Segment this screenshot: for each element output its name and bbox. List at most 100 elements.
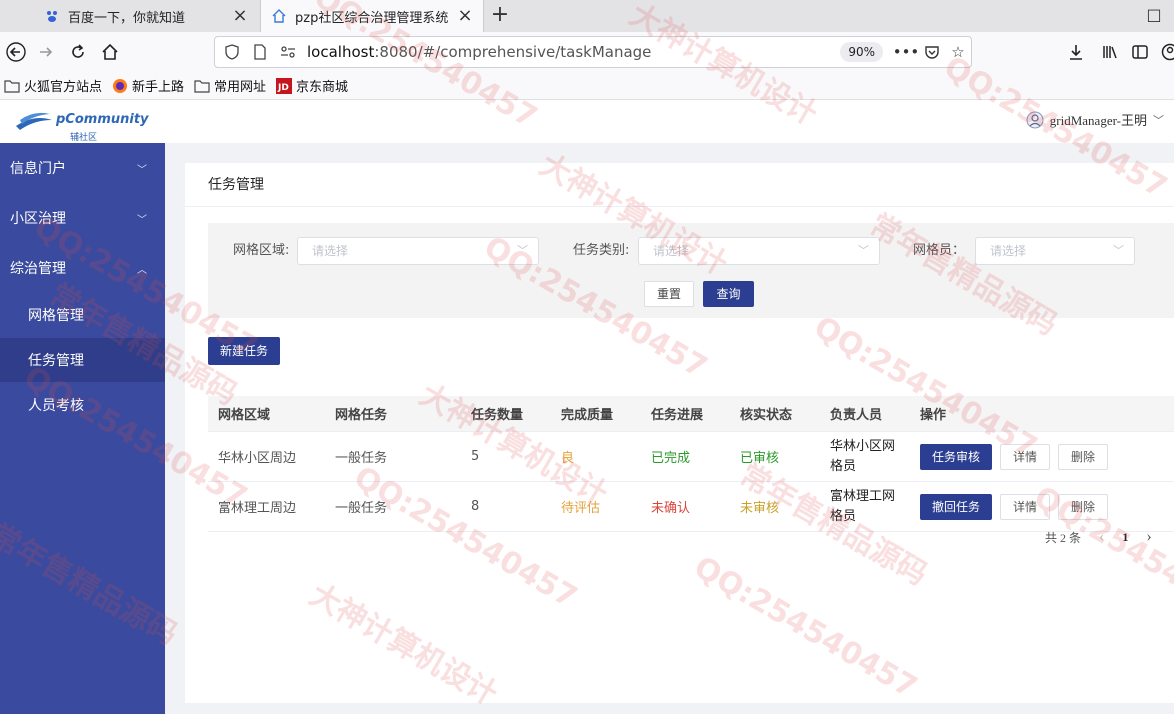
table-row: 华林小区周边 一般任务 5 良 已完成 已审核 华林小区网格员 任务审核 详情 … xyxy=(208,432,1174,482)
bookmark-getting-started[interactable]: 新手上路 xyxy=(112,76,184,95)
sidebar-item-comprehensive-management[interactable]: 综治管理 ︿ xyxy=(0,243,165,293)
account-icon[interactable] xyxy=(1156,38,1174,66)
table-row: 富林理工周边 一般任务 8 待评估 未确认 未审核 富林理工网格员 撤回任务 详… xyxy=(208,482,1174,532)
delete-button[interactable]: 删除 xyxy=(1058,493,1108,520)
area-select[interactable]: 请选择 ﹀ xyxy=(297,237,539,265)
member-select[interactable]: 请选择 ﹀ xyxy=(975,237,1135,265)
column-header: 任务数量 xyxy=(471,408,524,423)
bookmarks-bar: 火狐官方站点 新手上路 常用网址 JD 京东商城 xyxy=(0,72,1174,100)
cell-task: 一般任务 xyxy=(335,451,388,466)
sidebar-item-grid-management[interactable]: 网格管理 xyxy=(0,293,165,337)
column-header: 任务进展 xyxy=(651,408,704,423)
detail-button[interactable]: 详情 xyxy=(1000,443,1050,470)
chevron-down-icon: ﹀ xyxy=(137,214,147,226)
user-name: gridManager-王明 xyxy=(1049,113,1147,128)
sidebar-item-task-management[interactable]: 任务管理 xyxy=(0,338,165,382)
review-task-button[interactable]: 任务审核 xyxy=(920,443,992,470)
app-header: pCommunity 辅社区 gridManager-王明 ﹀ xyxy=(0,100,1174,143)
bookmark-common-sites[interactable]: 常用网址 xyxy=(194,76,266,95)
app-logo[interactable]: pCommunity 辅社区 xyxy=(14,106,149,143)
pocket-icon[interactable] xyxy=(919,39,945,65)
content-card: 任务管理 网格区域: 请选择 ﹀ 任务类别: 请选择 ﹀ 网格员： 请选择 ﹀ … xyxy=(185,163,1174,703)
tab-pzp-system[interactable]: pzp社区综合治理管理系统 × xyxy=(260,0,484,32)
reload-icon[interactable] xyxy=(64,38,92,66)
zoom-badge[interactable]: 90% xyxy=(840,42,883,62)
sidebar-item-label: 网格管理 xyxy=(28,308,84,324)
bookmark-jd[interactable]: JD 京东商城 xyxy=(276,76,348,95)
user-menu[interactable]: gridManager-王明 ﹀ xyxy=(1026,110,1164,129)
sidebar-item-personnel-assessment[interactable]: 人员考核 xyxy=(0,383,165,427)
tab-label: 百度一下，你就知道 xyxy=(68,10,186,26)
browser-nav-bar: localhost:8080/#/comprehensive/taskManag… xyxy=(0,32,1174,72)
cell-actions: 撤回任务 详情 删除 xyxy=(920,482,1116,531)
new-task-button[interactable]: 新建任务 xyxy=(208,337,280,365)
cell-quality: 待评估 xyxy=(561,501,601,516)
sidebar-toggle-icon[interactable] xyxy=(1126,38,1154,66)
baidu-icon xyxy=(44,8,60,24)
home-button-icon[interactable] xyxy=(96,38,124,66)
filter-panel: 网格区域: 请选择 ﹀ 任务类别: 请选择 ﹀ 网格员： 请选择 ﹀ 重置 查询 xyxy=(208,223,1174,318)
type-select[interactable]: 请选择 ﹀ xyxy=(638,237,880,265)
area-label: 网格区域: xyxy=(233,243,290,258)
sidebar-item-label: 任务管理 xyxy=(28,353,84,369)
bookmark-firefox-official[interactable]: 火狐官方站点 xyxy=(4,76,102,95)
chevron-down-icon: ﹀ xyxy=(858,244,869,257)
page-icon[interactable] xyxy=(249,41,271,63)
download-icon[interactable] xyxy=(1062,38,1090,66)
page-number[interactable]: 1 xyxy=(1122,530,1128,545)
shield-icon[interactable] xyxy=(221,41,243,63)
reset-button[interactable]: 重置 xyxy=(644,281,694,307)
sidebar-item-label: 综治管理 xyxy=(10,261,66,277)
sidebar-item-label: 信息门户 xyxy=(10,161,66,177)
logo-wings-icon xyxy=(16,112,52,130)
home-icon xyxy=(271,8,287,24)
chevron-down-icon: ﹀ xyxy=(517,244,528,257)
back-icon[interactable] xyxy=(2,38,30,66)
column-header: 网格区域 xyxy=(218,408,271,423)
sidebar-item-label: 小区治理 xyxy=(10,211,66,227)
folder-icon xyxy=(4,78,20,94)
svg-text:JD: JD xyxy=(277,83,289,93)
bookmark-star-icon[interactable]: ☆ xyxy=(945,39,971,65)
cell-progress: 未确认 xyxy=(651,501,691,516)
cell-owner: 华林小区网格员 xyxy=(830,438,896,474)
jd-icon: JD xyxy=(276,77,293,94)
close-icon[interactable]: × xyxy=(457,7,473,25)
cell-verify: 未审核 xyxy=(740,501,780,516)
query-button[interactable]: 查询 xyxy=(703,281,754,307)
task-table: 网格区域 网格任务 任务数量 完成质量 任务进展 核实状态 负责人员 操作 华林… xyxy=(208,396,1174,532)
chevron-right-icon[interactable]: › xyxy=(1146,528,1151,546)
pagination: 共 2 条 ‹ 1 › xyxy=(1045,528,1170,546)
sidebar-item-community-governance[interactable]: 小区治理 ﹀ xyxy=(0,193,165,243)
type-label: 任务类别: xyxy=(573,243,630,258)
bookmark-label: 常用网址 xyxy=(214,80,267,95)
delete-button[interactable]: 删除 xyxy=(1058,443,1108,470)
member-label: 网格员： xyxy=(913,243,966,258)
new-tab-button[interactable]: + xyxy=(486,0,514,32)
more-actions-icon[interactable]: ••• xyxy=(893,39,920,65)
bookmark-label: 火狐官方站点 xyxy=(24,80,103,95)
sidebar-item-info-portal[interactable]: 信息门户 ﹀ xyxy=(0,143,165,193)
table-header: 网格区域 网格任务 任务数量 完成质量 任务进展 核实状态 负责人员 操作 xyxy=(208,396,1174,432)
withdraw-task-button[interactable]: 撤回任务 xyxy=(920,493,992,520)
permissions-icon[interactable] xyxy=(277,41,299,63)
address-bar[interactable]: localhost:8080/#/comprehensive/taskManag… xyxy=(214,36,972,68)
close-icon[interactable]: × xyxy=(232,7,248,25)
bookmark-label: 京东商城 xyxy=(296,80,349,95)
main-content: 任务管理 网格区域: 请选择 ﹀ 任务类别: 请选择 ﹀ 网格员： 请选择 ﹀ … xyxy=(165,143,1174,714)
forward-icon[interactable] xyxy=(32,38,60,66)
detail-button[interactable]: 详情 xyxy=(1000,493,1050,520)
sidebar-item-label: 人员考核 xyxy=(28,398,84,414)
chevron-left-icon[interactable]: ‹ xyxy=(1099,528,1104,546)
pagination-total: 共 2 条 xyxy=(1045,530,1082,545)
cell-quality: 良 xyxy=(561,451,575,466)
url-text: localhost:8080/#/comprehensive/taskManag… xyxy=(307,43,652,61)
tab-label: pzp社区综合治理管理系统 xyxy=(295,10,449,26)
browser-tab-bar: 百度一下，你就知道 × pzp社区综合治理管理系统 × + □ xyxy=(0,0,1174,32)
cell-task: 一般任务 xyxy=(335,501,388,516)
minimize-icon[interactable]: □ xyxy=(1134,0,1174,32)
chevron-down-icon: ﹀ xyxy=(1153,114,1164,127)
column-header: 核实状态 xyxy=(740,408,793,423)
library-icon[interactable] xyxy=(1096,38,1124,66)
tab-baidu[interactable]: 百度一下，你就知道 × xyxy=(34,0,258,32)
